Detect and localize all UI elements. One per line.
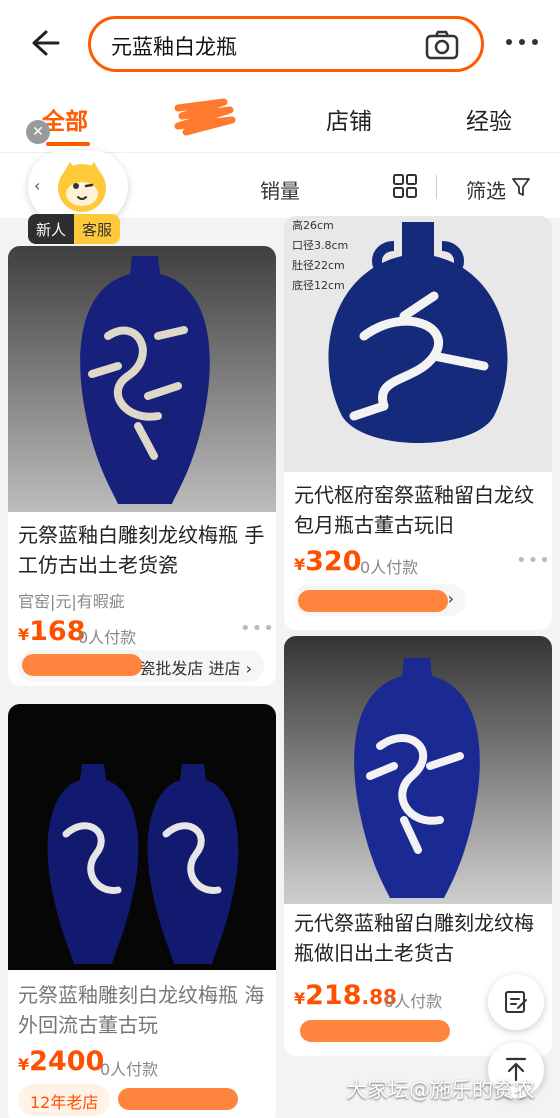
redaction-mark: [300, 1020, 450, 1042]
sold-count: 0人付款: [360, 558, 419, 577]
sold-count: 0人付款: [78, 628, 137, 647]
product-image: [8, 704, 276, 970]
close-icon[interactable]: ✕: [26, 120, 50, 144]
product-card[interactable]: 元祭蓝釉雕刻白龙纹梅瓶 海外回流古董古玩 ¥2400 0人付款 12年老店: [8, 704, 276, 1118]
service-label: 客服: [74, 214, 121, 244]
search-header: 元蓝釉白龙瓶: [0, 0, 560, 90]
redaction-mark: [118, 1088, 238, 1110]
product-title: 元代祭蓝釉留白雕刻龙纹梅瓶做旧出土老货古: [294, 911, 534, 965]
mascot-icon: [58, 162, 106, 212]
redaction-mark: [22, 654, 142, 676]
filter-button[interactable]: 筛选: [466, 175, 506, 204]
search-input[interactable]: 元蓝釉白龙瓶: [88, 16, 484, 72]
edit-icon: [505, 991, 527, 1013]
tab-experience[interactable]: 经验: [466, 102, 512, 136]
camera-icon[interactable]: [425, 30, 459, 60]
product-price: ¥2400: [18, 1046, 105, 1077]
filter-divider: [436, 175, 437, 199]
redaction-mark: [298, 590, 448, 612]
shop-age-badge: 12年老店: [18, 1084, 111, 1116]
product-title: 元祭蓝釉白雕刻龙纹梅瓶 手工仿古出土老货瓷: [18, 523, 265, 577]
watermark: 大家坛@施乐的贫农: [346, 1078, 535, 1102]
product-title: 元祭蓝釉雕刻白龙纹梅瓶 海外回流古董古玩: [18, 983, 265, 1037]
search-tabs: 全部 店铺 经验: [0, 90, 560, 152]
tab-active-indicator: [46, 142, 90, 146]
sold-count: 0人付款: [100, 1060, 159, 1079]
product-card[interactable]: 高26cm 口径3.8cm 肚径22cm 底径12cm 元代枢府窑祭蓝釉留白龙纹…: [284, 216, 552, 630]
sold-count: 0人付款: [384, 992, 443, 1011]
image-dimension-text: 高26cm 口径3.8cm 肚径22cm 底径12cm: [292, 219, 349, 292]
product-price: ¥320: [294, 546, 362, 577]
more-icon[interactable]: [506, 36, 540, 48]
product-title: 元代枢府窑祭蓝釉留白龙纹包月瓶古董古玩旧: [294, 483, 534, 537]
back-arrow-icon[interactable]: [26, 26, 60, 60]
edit-button[interactable]: [488, 974, 544, 1030]
chevron-left-icon[interactable]: ‹: [34, 176, 40, 195]
redaction-scribble: [174, 98, 236, 136]
product-price: ¥218.88: [294, 980, 397, 1011]
funnel-icon[interactable]: [512, 177, 530, 197]
customer-service-widget[interactable]: ‹: [28, 150, 128, 224]
search-query: 元蓝釉白龙瓶: [111, 35, 237, 59]
product-price: ¥168: [18, 616, 86, 647]
more-options-icon[interactable]: •••: [516, 550, 551, 571]
new-user-label: 新人: [28, 214, 75, 244]
grid-view-icon[interactable]: [392, 173, 418, 199]
product-image: [8, 246, 276, 512]
more-options-icon[interactable]: •••: [240, 618, 275, 639]
product-card[interactable]: 元祭蓝釉白雕刻龙纹梅瓶 手工仿古出土老货瓷 官窑|元|有暇疵 ¥168 0人付款…: [8, 246, 276, 686]
product-image: [284, 636, 552, 904]
tab-shops[interactable]: 店铺: [326, 102, 372, 136]
sort-sales[interactable]: 销量: [260, 175, 300, 204]
product-tags: 官窑|元|有暇疵: [18, 592, 125, 611]
service-badge[interactable]: 新人 客服: [28, 214, 121, 244]
